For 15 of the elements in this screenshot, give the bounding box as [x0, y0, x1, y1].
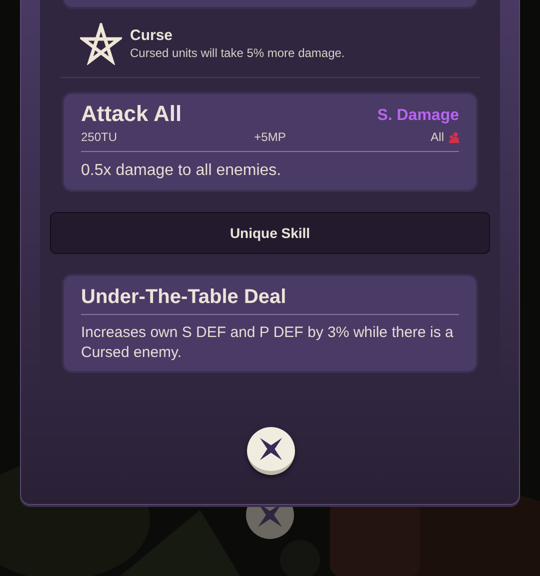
unique-skill-title: Under-The-Table Deal: [81, 284, 459, 315]
unique-skill-description: Increases own S DEF and P DEF by 3% while there is a Cursed enemy.: [81, 323, 454, 363]
people-icon: [449, 132, 459, 142]
effect-title: Curse: [130, 27, 174, 45]
effect-description: Cursed units will take 5% more damage.: [130, 45, 345, 61]
pentagram-icon: [80, 23, 122, 65]
skill-target: All: [430, 129, 444, 146]
close-icon: [259, 437, 283, 461]
skill-title: Attack All: [81, 100, 182, 128]
close-button[interactable]: [247, 427, 295, 475]
section-header: Unique Skill: [50, 212, 490, 254]
skill-mp: +5MP: [254, 129, 286, 146]
skill-description: 0.5x damage to all enemies.: [81, 161, 282, 181]
skill-type: S. Damage: [377, 106, 459, 126]
skill-cost: 250TU: [81, 129, 118, 146]
